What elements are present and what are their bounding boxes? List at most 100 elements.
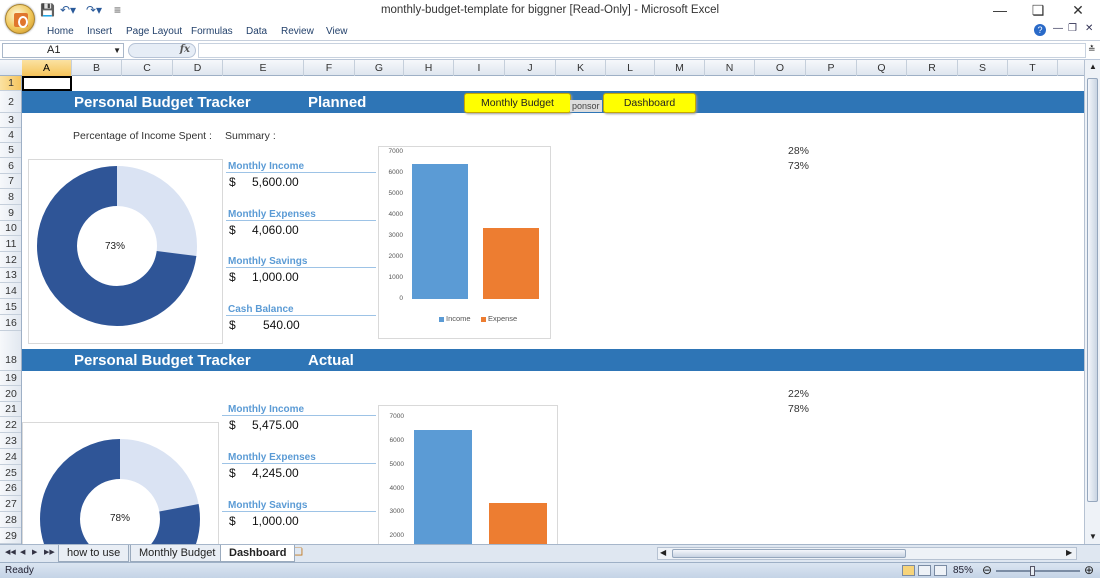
zoom-out-icon[interactable]: ⊖ — [982, 563, 992, 577]
row-header-3[interactable]: 3 — [0, 113, 21, 128]
column-header-g[interactable]: G — [355, 60, 404, 76]
row-header-10[interactable]: 10 — [0, 221, 21, 236]
row-header-18[interactable]: 18 — [0, 349, 21, 371]
column-header-o[interactable]: O — [755, 60, 806, 76]
next-sheet-icon[interactable]: ▶ — [32, 548, 37, 556]
column-header-q[interactable]: Q — [857, 60, 907, 76]
row-header-25[interactable]: 25 — [0, 465, 21, 481]
column-header-n[interactable]: N — [705, 60, 755, 76]
row-header-7[interactable]: 7 — [0, 174, 21, 189]
fx-icon[interactable]: fx — [180, 44, 190, 55]
row-header-22[interactable]: 22 — [0, 417, 21, 433]
sheet-tab-monthly-budget[interactable]: Monthly Budget — [130, 545, 225, 562]
zoom-level[interactable]: 85% — [953, 565, 973, 576]
row-header-8[interactable]: 8 — [0, 189, 21, 205]
column-header-t[interactable]: T — [1008, 60, 1058, 76]
column-header-f[interactable]: F — [304, 60, 355, 76]
row-header-21[interactable]: 21 — [0, 402, 21, 417]
zoom-in-icon[interactable]: ⊕ — [1084, 563, 1094, 577]
scroll-down-icon[interactable]: ▼ — [1089, 532, 1097, 541]
tab-insert[interactable]: Insert — [87, 26, 112, 37]
column-header-r[interactable]: R — [907, 60, 958, 76]
row-header-2[interactable]: 2 — [0, 91, 21, 113]
row-header-6[interactable]: 6 — [0, 158, 21, 174]
row-header-4[interactable]: 4 — [0, 128, 21, 143]
first-sheet-icon[interactable]: ◀◀ — [5, 548, 16, 556]
row-header-14[interactable]: 14 — [0, 283, 21, 299]
row-header-26[interactable]: 26 — [0, 481, 21, 496]
row-header-27[interactable]: 27 — [0, 496, 21, 512]
column-header-h[interactable]: H — [404, 60, 454, 76]
chevron-down-icon[interactable]: ▼ — [113, 44, 121, 57]
tab-page-layout[interactable]: Page Layout — [126, 26, 182, 37]
undo-icon[interactable]: ↶▾ — [60, 3, 76, 19]
vertical-scroll-thumb[interactable] — [1087, 78, 1098, 502]
expand-formula-bar-icon[interactable]: ≛ — [1088, 44, 1096, 55]
ribbon-restore-icon[interactable]: ❐ — [1068, 23, 1077, 34]
last-sheet-icon[interactable]: ▶▶ — [44, 548, 55, 556]
ribbon-close-icon[interactable]: ✕ — [1085, 23, 1093, 34]
tab-formulas[interactable]: Formulas — [191, 26, 233, 37]
office-button[interactable] — [5, 4, 35, 34]
scroll-left-icon[interactable]: ◀ — [660, 548, 666, 557]
zoom-slider[interactable] — [996, 566, 1080, 576]
scroll-up-icon[interactable]: ▲ — [1089, 62, 1097, 71]
ribbon-minimize-icon[interactable]: — — [1053, 23, 1063, 34]
help-icon[interactable]: ? — [1034, 24, 1046, 36]
column-header-d[interactable]: D — [173, 60, 223, 76]
tab-view[interactable]: View — [326, 26, 348, 37]
column-header-l[interactable]: L — [606, 60, 655, 76]
column-header-m[interactable]: M — [655, 60, 705, 76]
column-header-p[interactable]: P — [806, 60, 857, 76]
dashboard-button[interactable]: Dashboard — [603, 93, 696, 113]
column-header-e[interactable]: E — [223, 60, 304, 76]
name-box[interactable]: A1 ▼ — [2, 43, 124, 58]
row-header-29[interactable]: 29 — [0, 528, 21, 544]
zoom-slider-knob[interactable] — [1030, 566, 1035, 576]
row-header-11[interactable]: 11 — [0, 236, 21, 252]
tab-review[interactable]: Review — [281, 26, 314, 37]
worksheet[interactable]: Personal Budget Tracker Planned Monthly … — [22, 76, 1084, 544]
tab-home[interactable]: Home — [47, 26, 74, 37]
monthly-budget-button[interactable]: Monthly Budget — [464, 93, 571, 113]
sheet-tab-dashboard[interactable]: Dashboard — [220, 545, 296, 562]
save-icon[interactable]: 💾 — [40, 3, 55, 19]
row-header-15[interactable]: 15 — [0, 299, 21, 315]
row-header-12[interactable]: 12 — [0, 252, 21, 268]
row-header-9[interactable]: 9 — [0, 205, 21, 221]
redo-icon[interactable]: ↷▾ — [86, 3, 102, 19]
tab-data[interactable]: Data — [246, 26, 267, 37]
customize-toolbar-icon[interactable]: ≡ — [114, 3, 121, 19]
row-header-28[interactable]: 28 — [0, 512, 21, 528]
column-header-j[interactable]: J — [505, 60, 556, 76]
page-break-view-icon[interactable] — [934, 565, 947, 576]
page-layout-view-icon[interactable] — [918, 565, 931, 576]
close-icon[interactable]: ✕ — [1063, 2, 1093, 19]
vertical-scrollbar[interactable]: ▲ ▼ — [1084, 60, 1100, 544]
row-header-5[interactable]: 5 — [0, 143, 21, 158]
row-header-23[interactable]: 23 — [0, 433, 21, 449]
sheet-tab-how-to-use[interactable]: how to use — [58, 545, 130, 562]
column-header-c[interactable]: C — [122, 60, 173, 76]
row-header-16[interactable]: 16 — [0, 315, 21, 331]
column-header-i[interactable]: I — [454, 60, 505, 76]
column-header-b[interactable]: B — [72, 60, 122, 76]
minimize-icon[interactable]: — — [985, 2, 1015, 18]
row-header-19[interactable]: 19 — [0, 371, 21, 386]
prev-sheet-icon[interactable]: ◀ — [20, 548, 25, 556]
column-header-s[interactable]: S — [958, 60, 1008, 76]
scroll-right-icon[interactable]: ▶ — [1066, 548, 1072, 557]
restore-icon[interactable]: ❏ — [1023, 2, 1053, 19]
hidden-button-fragment[interactable]: ponsor — [570, 100, 602, 112]
formula-input[interactable] — [198, 43, 1086, 58]
horizontal-scroll-thumb[interactable] — [672, 549, 906, 558]
row-header-24[interactable]: 24 — [0, 449, 21, 465]
row-header-13[interactable]: 13 — [0, 268, 21, 283]
column-header-a[interactable]: A — [22, 60, 72, 76]
column-header-k[interactable]: K — [556, 60, 606, 76]
active-cell[interactable] — [22, 76, 72, 91]
normal-view-icon[interactable] — [902, 565, 915, 576]
horizontal-scrollbar[interactable]: ◀ ▶ — [657, 547, 1077, 560]
row-header-1[interactable]: 1 — [0, 76, 21, 91]
row-header-20[interactable]: 20 — [0, 386, 21, 402]
